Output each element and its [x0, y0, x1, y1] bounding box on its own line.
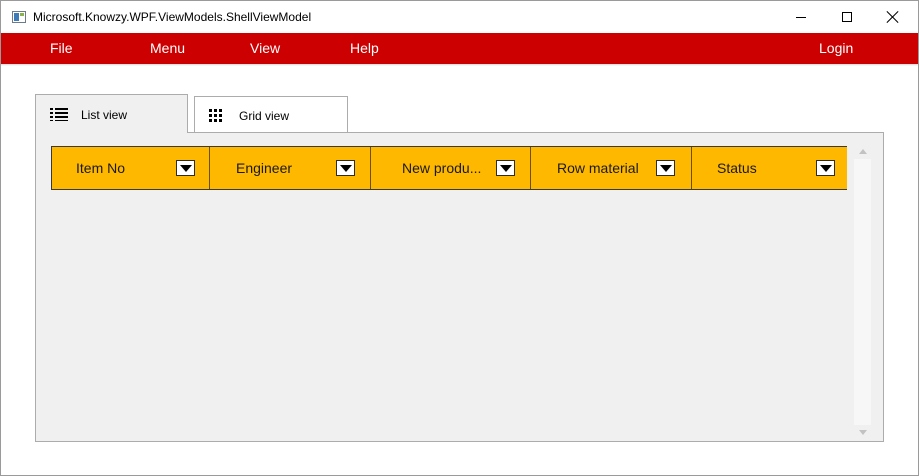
grid-icon: [209, 109, 223, 123]
menu-help[interactable]: Help: [350, 40, 379, 56]
column-header-item-no[interactable]: Item No: [52, 147, 210, 189]
login-button[interactable]: Login: [819, 40, 853, 56]
column-filter-button[interactable]: [816, 160, 835, 176]
tab-list-view-label: List view: [81, 108, 128, 122]
column-header-status[interactable]: Status: [692, 147, 847, 189]
tab-list-view[interactable]: List view: [35, 94, 188, 133]
window-title: Microsoft.Knowzy.WPF.ViewModels.ShellVie…: [33, 10, 312, 24]
column-filter-button[interactable]: [496, 160, 515, 176]
column-header-engineer[interactable]: Engineer: [210, 147, 371, 189]
title-bar[interactable]: Microsoft.Knowzy.WPF.ViewModels.ShellVie…: [1, 1, 918, 33]
menu-file[interactable]: File: [50, 40, 73, 56]
column-filter-button[interactable]: [336, 160, 355, 176]
vertical-scrollbar[interactable]: [854, 144, 871, 440]
scroll-up-button[interactable]: [854, 144, 871, 159]
menu-menu[interactable]: Menu: [150, 40, 185, 56]
dropdown-arrow-icon: [339, 164, 352, 172]
maximize-icon: [842, 12, 852, 22]
menu-view[interactable]: View: [250, 40, 280, 56]
tab-grid-view-label: Grid view: [239, 109, 290, 123]
menu-bar-shadow: [1, 64, 918, 66]
close-button[interactable]: [870, 1, 916, 33]
column-header-row-material[interactable]: Row material: [531, 147, 692, 189]
app-window: Microsoft.Knowzy.WPF.ViewModels.ShellVie…: [0, 0, 919, 476]
dropdown-arrow-icon: [179, 164, 192, 172]
scroll-up-arrow-icon: [858, 149, 867, 154]
column-header-new-product[interactable]: New produ...: [371, 147, 531, 189]
column-filter-button[interactable]: [656, 160, 675, 176]
grid-header-row: Item No Engineer New produ... Row materi…: [51, 146, 847, 190]
list-icon: [50, 107, 68, 121]
scroll-down-arrow-icon: [858, 430, 867, 435]
minimize-button[interactable]: [778, 1, 824, 33]
column-filter-button[interactable]: [176, 160, 195, 176]
maximize-button[interactable]: [824, 1, 870, 33]
dropdown-arrow-icon: [499, 164, 512, 172]
column-header-label: Item No: [76, 160, 126, 176]
column-header-label: Engineer: [236, 160, 293, 176]
column-header-label: Status: [717, 160, 757, 176]
menu-bar: File Menu View Help Login: [1, 33, 918, 64]
close-icon: [887, 11, 899, 23]
minimize-icon: [796, 16, 806, 18]
column-header-label: New produ...: [402, 160, 482, 176]
list-view-panel: Item No Engineer New produ... Row materi…: [35, 132, 884, 442]
tab-grid-view[interactable]: Grid view: [194, 96, 348, 132]
dropdown-arrow-icon: [659, 164, 672, 172]
dropdown-arrow-icon: [819, 164, 832, 172]
scroll-down-button[interactable]: [854, 425, 871, 440]
column-header-label: Row material: [557, 160, 639, 176]
app-window-icon: [12, 11, 26, 23]
